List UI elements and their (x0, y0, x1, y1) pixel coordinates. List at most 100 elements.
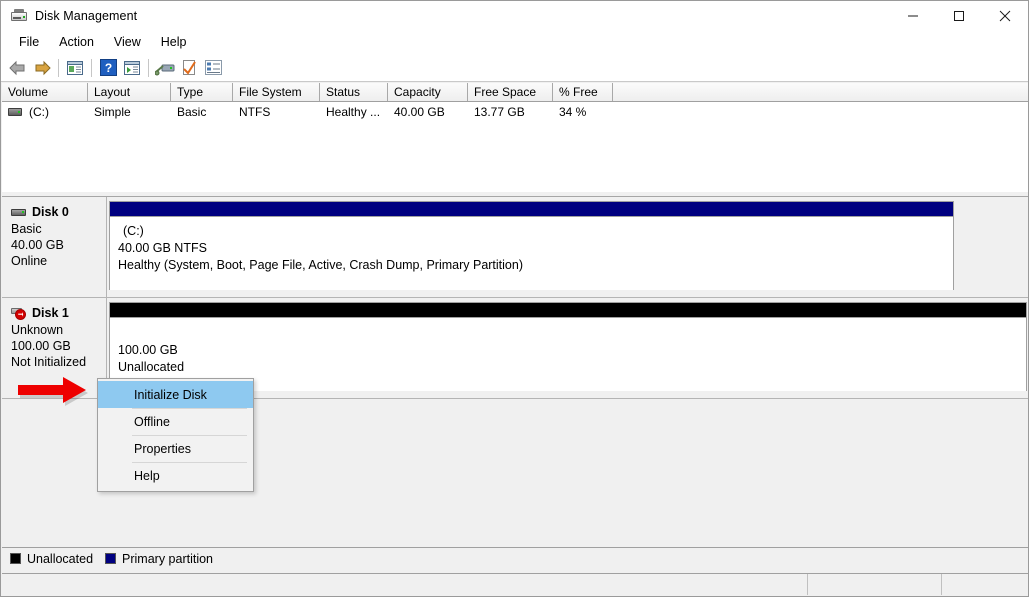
cell-free-space: 13.77 GB (468, 105, 553, 119)
column-header-percent-free[interactable]: % Free (553, 83, 613, 101)
cell-volume: (C:) (2, 105, 88, 119)
close-icon (999, 10, 1011, 22)
menu-file[interactable]: File (9, 32, 49, 53)
cell-layout: Simple (88, 105, 171, 119)
disk-drive-icon (11, 8, 27, 24)
legend-label-primary-partition: Primary partition (122, 552, 213, 566)
context-menu-item-initialize-disk[interactable]: Initialize Disk (98, 381, 253, 408)
cell-file-system: NTFS (233, 105, 320, 119)
red-arrow-annotation (18, 377, 104, 409)
warning-arrow-glyph (17, 311, 24, 318)
status-cell-secondary (808, 574, 942, 595)
menu-help[interactable]: Help (151, 32, 197, 53)
column-header-file-system[interactable]: File System (233, 83, 320, 101)
toolbar-separator (91, 59, 92, 77)
column-header-capacity[interactable]: Capacity (388, 83, 468, 101)
toolbar-back-button[interactable] (6, 56, 30, 80)
rescan-disks-icon (155, 60, 175, 76)
help-icon: ? (100, 59, 117, 76)
disk-1-name: Disk 1 (32, 306, 69, 320)
column-header-filler (613, 83, 1028, 101)
minimize-button[interactable] (890, 1, 936, 31)
toolbar-console-tree-button[interactable] (63, 56, 87, 80)
disk-0-title: Disk 0 (11, 205, 106, 219)
cell-volume-label: (C:) (29, 105, 49, 119)
title-bar: Disk Management (1, 1, 1028, 31)
toolbar: ? (1, 54, 1028, 82)
graphical-view: Disk 0 Basic 40.00 GB Online (C:) 40.00 … (2, 197, 1028, 547)
cell-type: Basic (171, 105, 233, 119)
svg-text:?: ? (104, 61, 111, 75)
disk-management-window: Disk Management File Action View Help (0, 0, 1029, 597)
disk-1-type: Unknown (11, 322, 106, 338)
disk-0-info-panel[interactable]: Disk 0 Basic 40.00 GB Online (2, 197, 107, 297)
legend-label-unallocated: Unallocated (27, 552, 93, 566)
volume-list-header: Volume Layout Type File System Status Ca… (2, 83, 1028, 102)
column-header-volume[interactable]: Volume (2, 83, 88, 101)
menu-bar: File Action View Help (1, 31, 1028, 54)
column-header-type[interactable]: Type (171, 83, 233, 101)
disk-0-name: Disk 0 (32, 205, 69, 219)
toolbar-list-view-button[interactable] (201, 56, 225, 80)
disk-1-title: Disk 1 (11, 306, 106, 320)
toolbar-forward-button[interactable] (30, 56, 54, 80)
title-bar-left: Disk Management (11, 1, 137, 31)
partition-c[interactable]: (C:) 40.00 GB NTFS Healthy (System, Boot… (109, 201, 954, 290)
disk-row-disk-0[interactable]: Disk 0 Basic 40.00 GB Online (C:) 40.00 … (2, 197, 1028, 298)
back-icon (8, 60, 28, 76)
cell-percent-free: 34 % (553, 105, 613, 119)
list-view-icon (205, 60, 222, 75)
disk-0-status: Online (11, 253, 106, 269)
maximize-button[interactable] (936, 1, 982, 31)
partition-unallocated-color-bar (110, 303, 1026, 317)
volume-drive-icon (8, 107, 22, 117)
toolbar-separator (148, 59, 149, 77)
table-row[interactable]: (C:) Simple Basic NTFS Healthy ... 40.00… (2, 102, 1028, 121)
partition-unallocated-size: 100.00 GB (118, 342, 1026, 359)
menu-action[interactable]: Action (49, 32, 104, 53)
close-button[interactable] (982, 1, 1028, 31)
cell-capacity: 40.00 GB (388, 105, 468, 119)
disk-1-size: 100.00 GB (11, 338, 106, 354)
disk-0-type: Basic (11, 221, 106, 237)
partition-c-color-bar (110, 202, 953, 216)
legend-swatch-primary-partition (105, 553, 116, 564)
toolbar-properties-button[interactable] (177, 56, 201, 80)
legend-swatch-unallocated (10, 553, 21, 564)
window-controls (890, 1, 1028, 31)
context-menu-item-properties[interactable]: Properties (98, 435, 253, 462)
disk-online-icon (11, 207, 26, 218)
volume-list: Volume Layout Type File System Status Ca… (2, 83, 1028, 191)
cell-status: Healthy ... (320, 105, 388, 119)
maximize-icon (953, 10, 965, 22)
show-hide-console-tree-icon (66, 60, 84, 76)
show-hide-action-pane-icon (123, 60, 141, 76)
column-header-layout[interactable]: Layout (88, 83, 171, 101)
status-cell-tertiary (942, 574, 1028, 595)
column-header-status[interactable]: Status (320, 83, 388, 101)
status-bar (2, 573, 1028, 595)
toolbar-separator (58, 59, 59, 77)
column-header-free-space[interactable]: Free Space (468, 83, 553, 101)
context-menu-item-help[interactable]: Help (98, 462, 253, 489)
disk-0-size: 40.00 GB (11, 237, 106, 253)
properties-icon (181, 59, 197, 76)
partition-c-label: (C:) (118, 223, 953, 240)
disk-1-status: Not Initialized (11, 354, 106, 370)
partition-c-health: Healthy (System, Boot, Page File, Active… (118, 257, 953, 274)
partition-c-size: 40.00 GB NTFS (118, 240, 953, 257)
disk-0-graphics: (C:) 40.00 GB NTFS Healthy (System, Boot… (107, 197, 1028, 297)
toolbar-help-button[interactable]: ? (96, 56, 120, 80)
toolbar-rescan-disks-button[interactable] (153, 56, 177, 80)
minimize-icon (907, 10, 919, 22)
forward-icon (32, 60, 52, 76)
partition-c-details: (C:) 40.00 GB NTFS Healthy (System, Boot… (110, 216, 953, 290)
legend-bar: Unallocated Primary partition (2, 547, 1028, 569)
legend-entry-unallocated: Unallocated (10, 552, 93, 566)
context-menu-item-offline[interactable]: Offline (98, 408, 253, 435)
legend-entry-primary-partition: Primary partition (105, 552, 213, 566)
toolbar-action-pane-button[interactable] (120, 56, 144, 80)
menu-view[interactable]: View (104, 32, 151, 53)
window-title: Disk Management (35, 9, 137, 23)
status-cell-primary (2, 574, 808, 595)
